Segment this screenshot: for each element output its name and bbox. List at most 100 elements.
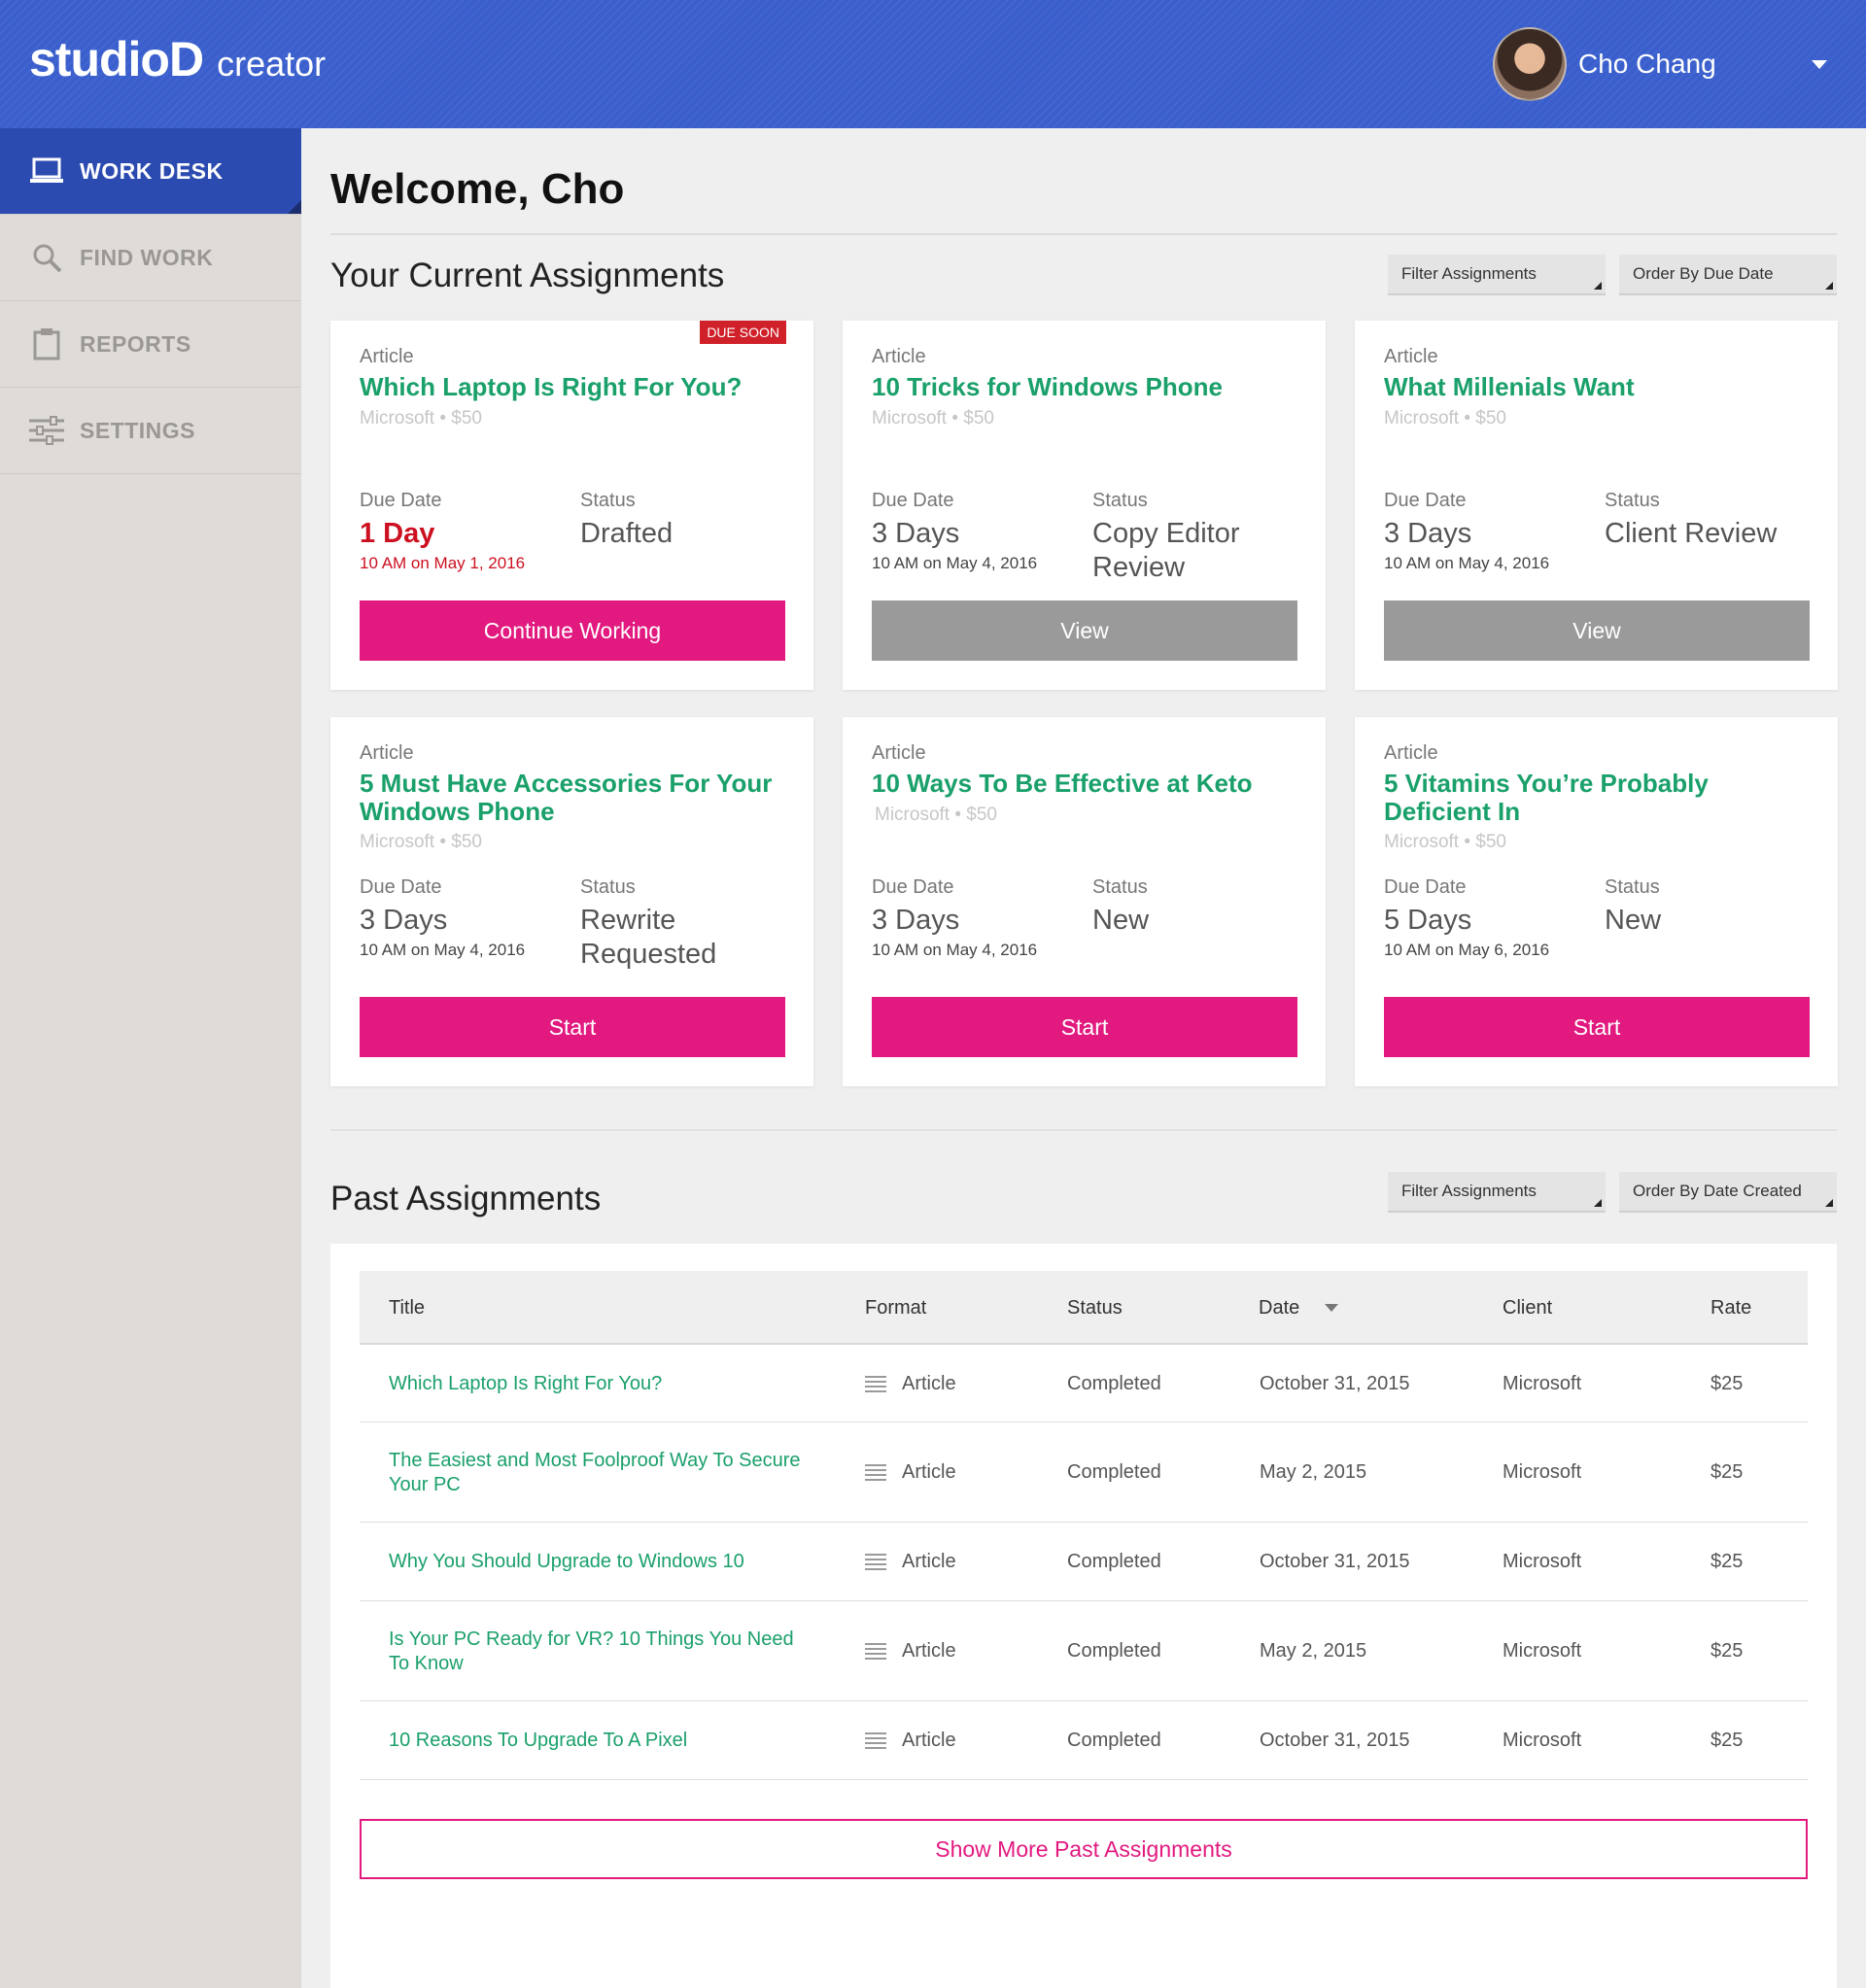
document-icon	[865, 1375, 886, 1393]
col-date[interactable]: Date	[1259, 1271, 1339, 1345]
row-date: October 31, 2015	[1260, 1730, 1410, 1751]
sidebar-item-label: REPORTS	[80, 330, 191, 357]
row-client: Microsoft	[1503, 1640, 1582, 1662]
assignment-card: Article 5 Must Have Accessories For Your…	[330, 717, 813, 1086]
show-more-button[interactable]: Show More Past Assignments	[360, 1819, 1808, 1879]
row-title-link[interactable]: Why You Should Upgrade to Windows 10	[389, 1524, 816, 1600]
row-title-link[interactable]: 10 Reasons To Upgrade To A Pixel	[389, 1702, 816, 1779]
due-soon-badge: DUE SOON	[700, 321, 786, 344]
card-title[interactable]: 10 Ways To Be Effective at Keto	[872, 770, 1299, 798]
card-title[interactable]: Which Laptop Is Right For You?	[360, 373, 787, 401]
table-row: 10 Reasons To Upgrade To A Pixel Article…	[360, 1702, 1808, 1780]
col-rate[interactable]: Rate	[1710, 1271, 1751, 1345]
table-header: Title Format Status Date Client Rate	[360, 1271, 1808, 1345]
continue-working-button[interactable]: Continue Working	[360, 600, 785, 661]
status-label: Status	[580, 490, 636, 511]
card-title[interactable]: What Millenials Want	[1384, 373, 1812, 401]
col-client[interactable]: Client	[1503, 1271, 1552, 1345]
card-type: Article	[1384, 346, 1438, 367]
row-status: Completed	[1067, 1461, 1161, 1483]
due-date-label: Due Date	[1384, 490, 1467, 511]
row-client: Microsoft	[1503, 1461, 1582, 1483]
row-format-label: Article	[902, 1730, 956, 1751]
document-icon	[865, 1553, 886, 1571]
start-button[interactable]: Start	[360, 997, 785, 1057]
sidebar-item-find-work[interactable]: FIND WORK	[0, 215, 301, 301]
due-date-label: Due Date	[360, 490, 442, 511]
row-rate: $25	[1710, 1551, 1744, 1572]
logo[interactable]: studioD creator	[29, 31, 326, 87]
row-client: Microsoft	[1503, 1551, 1582, 1572]
row-format-label: Article	[902, 1461, 956, 1483]
sidebar-item-reports[interactable]: REPORTS	[0, 301, 301, 388]
col-format[interactable]: Format	[865, 1271, 926, 1345]
row-date: October 31, 2015	[1260, 1373, 1410, 1394]
status-label: Status	[1605, 490, 1660, 511]
chevron-down-icon[interactable]	[1812, 59, 1827, 69]
row-status: Completed	[1067, 1730, 1161, 1751]
filter-assignments-dropdown[interactable]: Filter Assignments	[1388, 255, 1606, 295]
order-by-dropdown[interactable]: Order By Due Date	[1619, 255, 1837, 295]
assignment-card: DUE SOON Article Which Laptop Is Right F…	[330, 321, 813, 690]
due-time: 10 AM on May 6, 2016	[1384, 941, 1550, 959]
row-title-link[interactable]: Which Laptop Is Right For You?	[389, 1347, 816, 1422]
row-rate: $25	[1710, 1461, 1744, 1483]
row-format: Article	[865, 1602, 956, 1700]
current-assignments-title: Your Current Assignments	[330, 257, 725, 294]
card-title[interactable]: 5 Must Have Accessories For Your Windows…	[360, 770, 787, 826]
status-label: Status	[580, 876, 636, 898]
divider	[330, 1129, 1837, 1131]
logo-main: studioD	[29, 32, 204, 86]
row-rate: $25	[1710, 1640, 1744, 1662]
status-value: New	[1605, 905, 1662, 936]
due-value: 3 Days	[872, 518, 960, 549]
row-client: Microsoft	[1503, 1373, 1582, 1394]
col-date-label: Date	[1259, 1296, 1300, 1319]
row-rate: $25	[1710, 1730, 1744, 1751]
row-format-label: Article	[902, 1551, 956, 1572]
card-client: Microsoft • $50	[1384, 408, 1506, 428]
sidebar-item-work-desk[interactable]: WORK DESK	[0, 128, 301, 215]
status-label: Status	[1092, 876, 1148, 898]
avatar[interactable]	[1493, 27, 1567, 101]
col-status[interactable]: Status	[1067, 1271, 1123, 1345]
card-type: Article	[360, 742, 414, 764]
sidebar-item-settings[interactable]: SETTINGS	[0, 388, 301, 474]
assignment-card: Article 5 Vitamins You’re Probably Defic…	[1355, 717, 1838, 1086]
card-title[interactable]: 5 Vitamins You’re Probably Deficient In	[1384, 770, 1812, 826]
dropdown-label: Order By Due Date	[1633, 264, 1774, 283]
sidebar-item-label: SETTINGS	[80, 417, 196, 443]
past-assignments-panel: Title Format Status Date Client Rate Whi…	[330, 1244, 1837, 1988]
due-date-label: Due Date	[360, 876, 442, 898]
filter-past-dropdown[interactable]: Filter Assignments	[1388, 1172, 1606, 1213]
assignment-card: Article 10 Ways To Be Effective at Keto …	[843, 717, 1326, 1086]
due-date-label: Due Date	[872, 876, 954, 898]
start-button[interactable]: Start	[1384, 997, 1810, 1057]
row-date: May 2, 2015	[1260, 1640, 1367, 1662]
start-button[interactable]: Start	[872, 997, 1297, 1057]
user-menu[interactable]: Cho Chang	[1493, 27, 1827, 101]
view-button[interactable]: View	[872, 600, 1297, 661]
row-date: October 31, 2015	[1260, 1551, 1410, 1572]
col-title[interactable]: Title	[389, 1271, 425, 1345]
order-past-dropdown[interactable]: Order By Date Created	[1619, 1172, 1837, 1213]
status-value: Client Review	[1605, 518, 1778, 549]
user-name: Cho Chang	[1578, 49, 1716, 79]
table-row: Why You Should Upgrade to Windows 10 Art…	[360, 1524, 1808, 1601]
past-assignments-title: Past Assignments	[330, 1180, 602, 1217]
due-time: 10 AM on May 4, 2016	[360, 941, 526, 959]
row-status: Completed	[1067, 1373, 1161, 1394]
due-value: 3 Days	[872, 905, 960, 936]
card-title[interactable]: 10 Tricks for Windows Phone	[872, 373, 1299, 401]
due-date-label: Due Date	[1384, 876, 1467, 898]
card-type: Article	[1384, 742, 1438, 764]
due-time: 10 AM on May 4, 2016	[872, 941, 1038, 959]
row-title-link[interactable]: The Easiest and Most Foolproof Way To Se…	[389, 1423, 816, 1522]
row-title-link[interactable]: Is Your PC Ready for VR? 10 Things You N…	[389, 1602, 816, 1700]
app-header: studioD creator Cho Chang	[0, 0, 1866, 128]
due-date-label: Due Date	[872, 490, 954, 511]
sort-down-icon[interactable]	[1325, 1304, 1339, 1312]
table-row: Which Laptop Is Right For You? Article C…	[360, 1347, 1808, 1422]
view-button[interactable]: View	[1384, 600, 1810, 661]
card-type: Article	[872, 346, 926, 367]
